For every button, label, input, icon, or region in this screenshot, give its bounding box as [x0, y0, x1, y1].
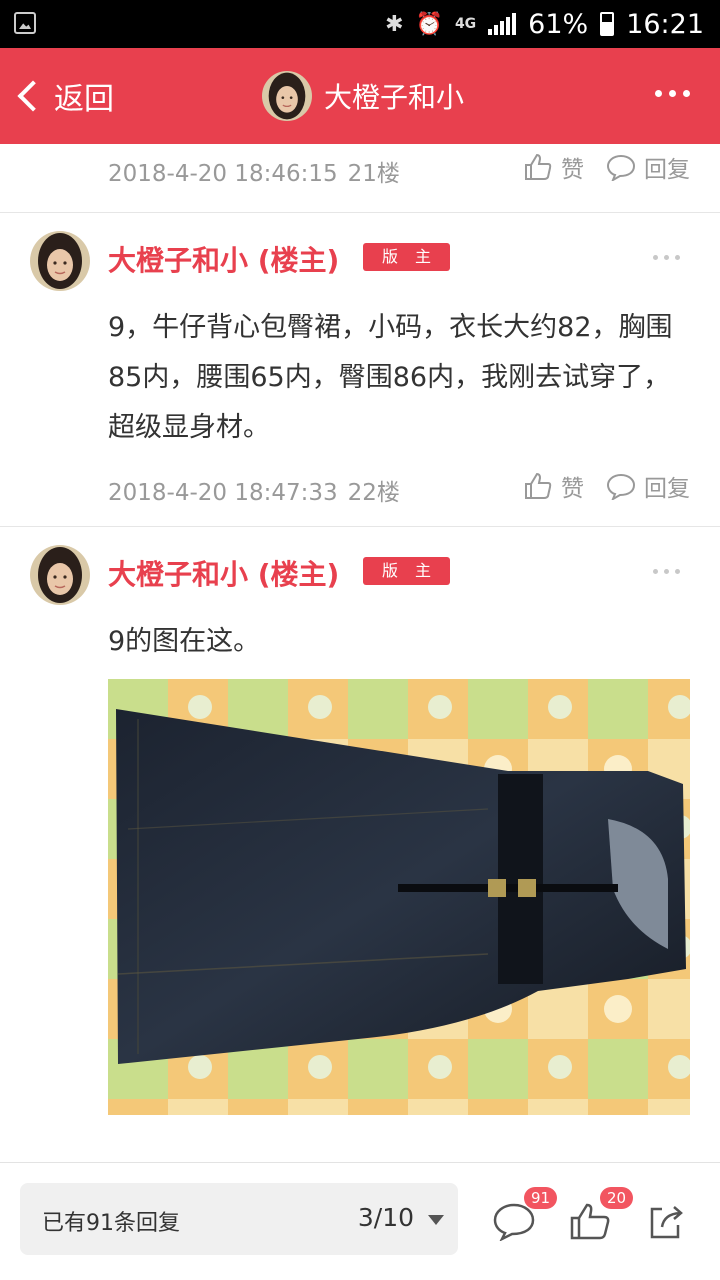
- comment-icon: [606, 472, 636, 500]
- post-meta: 2018-4-20 18:47:33 22楼 赞 回复: [0, 465, 720, 511]
- like-button[interactable]: 赞: [523, 469, 584, 503]
- post-timestamp: 2018-4-20 18:47:33: [108, 480, 338, 506]
- reply-button[interactable]: 回复: [606, 469, 690, 503]
- post-timestamp: 2018-4-20 18:46:15: [108, 161, 338, 187]
- status-indicators: ✱ ⏰ 4G 61% 16:21: [385, 6, 704, 42]
- like-thread-button[interactable]: 20: [568, 1187, 634, 1245]
- status-bar: ✱ ⏰ 4G 61% 16:21: [0, 0, 720, 48]
- header-user[interactable]: 大橙子和小: [262, 70, 464, 122]
- post-item: 大橙子和小 (楼主) 版 主 9的图在这。: [0, 527, 720, 1162]
- reply-button[interactable]: 回复: [606, 150, 690, 184]
- reply-count-text: 已有91条回复: [42, 1211, 180, 1236]
- post-item: 大橙子和小 (楼主) 版 主 9，牛仔背心包臀裙，小码，衣长大约82，胸围85内…: [0, 213, 720, 527]
- alarm-icon: ⏰: [415, 11, 443, 37]
- page-title: 大橙子和小: [324, 81, 465, 114]
- post-author[interactable]: 大橙子和小 (楼主): [108, 239, 339, 279]
- network-type: 4G: [454, 16, 477, 32]
- like-count-badge: 20: [600, 1187, 634, 1209]
- avatar[interactable]: [30, 545, 90, 605]
- post-content: 9，牛仔背心包臀裙，小码，衣长大约82，胸围85内，腰围65内，臀围86内，我刚…: [108, 312, 673, 443]
- more-menu-icon[interactable]: [655, 90, 690, 97]
- bottom-bar: 已有91条回复 3/10 91 20: [0, 1162, 720, 1280]
- caret-down-icon[interactable]: [428, 1215, 444, 1225]
- share-button[interactable]: [646, 1201, 690, 1245]
- share-icon: [650, 1206, 683, 1239]
- page-indicator[interactable]: 3/10: [358, 1203, 414, 1232]
- post-floor: 22楼: [347, 480, 400, 506]
- back-button[interactable]: 返回: [12, 72, 114, 120]
- post-author[interactable]: 大橙子和小 (楼主): [108, 553, 339, 593]
- post-item: 2018-4-20 18:46:15 21楼 赞 回复: [0, 144, 720, 213]
- bluetooth-icon: ✱: [385, 11, 404, 37]
- like-button[interactable]: 赞: [523, 150, 584, 184]
- header-bar: 返回 大橙子和小: [0, 48, 720, 144]
- more-options-icon[interactable]: [653, 569, 680, 574]
- battery-icon: [600, 12, 615, 36]
- chevron-left-icon: [17, 80, 49, 112]
- reply-label: 回复: [644, 476, 690, 502]
- back-label: 返回: [54, 82, 114, 117]
- comments-button[interactable]: 91: [492, 1187, 558, 1245]
- gallery-notification-icon: [14, 12, 36, 34]
- post-image[interactable]: [108, 679, 690, 1115]
- like-label: 赞: [561, 476, 584, 502]
- post-meta: 2018-4-20 18:46:15 21楼 赞 回复: [0, 146, 720, 192]
- moderator-badge: 版 主: [363, 243, 450, 271]
- post-floor: 21楼: [347, 161, 400, 187]
- reply-input-box[interactable]: 已有91条回复 3/10: [20, 1183, 458, 1255]
- avatar[interactable]: [30, 231, 90, 291]
- comment-icon: [606, 153, 636, 181]
- comment-count-badge: 91: [524, 1187, 558, 1209]
- like-label: 赞: [561, 157, 584, 183]
- thumbs-up-icon: [523, 471, 553, 501]
- more-options-icon[interactable]: [653, 255, 680, 260]
- battery-percent: 61%: [528, 8, 589, 40]
- avatar: [262, 71, 312, 121]
- post-content: 9的图在这。: [108, 626, 261, 657]
- thumbs-up-icon: [523, 152, 553, 182]
- moderator-badge: 版 主: [363, 557, 450, 585]
- post-feed[interactable]: 2018-4-20 18:46:15 21楼 赞 回复 大橙子和小 (楼主) 版…: [0, 144, 720, 1162]
- clock: 16:21: [626, 8, 704, 40]
- reply-label: 回复: [644, 157, 690, 183]
- signal-icon: [488, 13, 517, 35]
